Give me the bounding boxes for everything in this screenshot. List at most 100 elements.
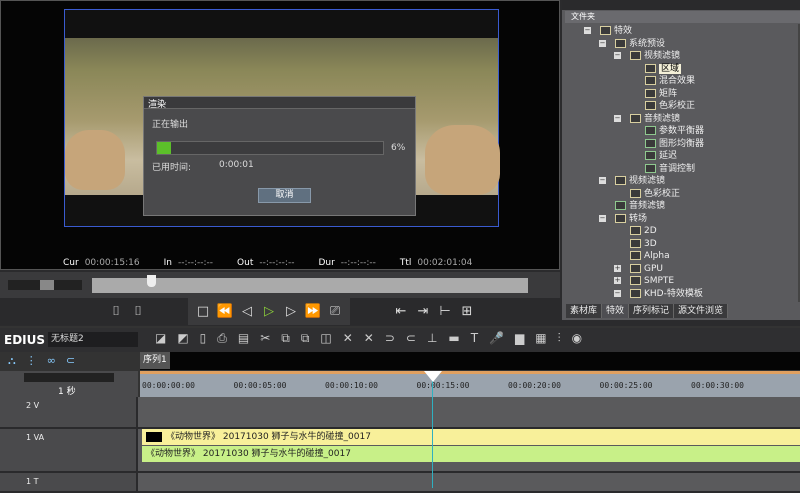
position-handle[interactable] bbox=[147, 275, 156, 287]
expand-icon[interactable]: − bbox=[614, 52, 621, 59]
transition-icon bbox=[630, 226, 641, 235]
cur-label: Cur bbox=[63, 258, 79, 268]
folder-icon bbox=[630, 113, 641, 123]
ruler-tick-label: 00:00:20:00 bbox=[508, 381, 561, 390]
tree-item[interactable]: 区域 bbox=[645, 63, 682, 75]
track-name: 1 T bbox=[26, 477, 39, 486]
insert-icon[interactable]: ⊢ bbox=[434, 298, 456, 325]
audio-clip[interactable]: 《动物世界》 20171030 狮子与水牛的碰撞_0017 bbox=[142, 446, 800, 462]
tab-sequence-1[interactable]: 序列1 bbox=[140, 352, 170, 369]
folder-icon bbox=[600, 26, 611, 35]
tree-item[interactable]: − 特效 bbox=[584, 25, 632, 37]
step-back-icon[interactable]: ◁ bbox=[236, 298, 258, 325]
ruler-tick-label: 00:00:15:00 bbox=[416, 381, 470, 390]
transition-icon bbox=[630, 263, 641, 273]
playhead-marker[interactable] bbox=[424, 371, 442, 382]
timescale[interactable]: 1 秒 bbox=[58, 384, 76, 397]
track-name: 1 VA bbox=[26, 433, 45, 442]
zoom-slider[interactable] bbox=[24, 373, 114, 382]
video-filter-icon bbox=[630, 188, 641, 198]
tab-1[interactable]: 特效 bbox=[602, 304, 630, 318]
in-timecode: --:--:--:-- bbox=[177, 258, 214, 268]
expand-icon[interactable]: + bbox=[614, 277, 621, 284]
render-dialog: 渲染 正在输出 6% 已用时间: 0:00:01 取消 bbox=[143, 96, 416, 216]
expand-icon[interactable]: + bbox=[614, 264, 621, 272]
tree-item[interactable]: − 转场 bbox=[599, 213, 647, 225]
edit-tools[interactable]: ◪◩▯⎙▤✂⧉⧉◫✕✕⊃⊂⊥▬T🎤▆▦⫶◉ bbox=[155, 331, 593, 346]
tab-0[interactable]: 素材库 bbox=[566, 304, 603, 318]
panel-tabs: 素材库 特效 序列标记 源文件浏览 bbox=[566, 304, 729, 318]
ruler-tick-label: 00:00:30:00 bbox=[691, 381, 744, 390]
render-status: 正在输出 bbox=[152, 120, 189, 130]
track-name: 2 V bbox=[26, 401, 40, 410]
tree-item[interactable]: 3D bbox=[630, 238, 657, 250]
tree-item[interactable]: − KHD-特效模板 bbox=[614, 288, 703, 300]
step-forward-icon[interactable]: ▷ bbox=[280, 298, 302, 325]
folder-panel: 文件夹 − 特效 − 系统预设 − 视频滤镜 区域 混合效果 矩阵 色彩校正 − 音频滤镜 参数平衡器图… bbox=[562, 0, 800, 320]
transition-icon bbox=[630, 251, 641, 260]
time-ruler[interactable]: 00:00:00:00 00:00:05:00 00:00:10:00 00:00:1… bbox=[140, 371, 800, 397]
tab-2[interactable]: 序列标记 bbox=[629, 304, 675, 318]
tree-item[interactable]: + GPU bbox=[614, 263, 663, 275]
expand-icon[interactable]: − bbox=[599, 214, 606, 222]
cancel-button[interactable]: 取消 bbox=[258, 188, 311, 203]
next-edit-icon[interactable]: ⇥ bbox=[412, 298, 434, 325]
expand-icon[interactable]: − bbox=[614, 289, 621, 297]
set-in-icon[interactable]: ⌷ bbox=[105, 298, 127, 325]
tree-item[interactable]: 参数平衡器 bbox=[645, 125, 704, 137]
video-filter-icon bbox=[645, 101, 656, 110]
folder-header: 文件夹 bbox=[565, 11, 800, 23]
tree-item[interactable]: 音频滤镜 bbox=[615, 200, 665, 212]
panel-toolbar bbox=[562, 0, 800, 10]
scrub-area bbox=[0, 272, 560, 298]
expand-icon[interactable]: − bbox=[584, 27, 591, 34]
tree-item[interactable]: 延迟 bbox=[645, 150, 677, 162]
expand-icon[interactable]: − bbox=[614, 114, 621, 122]
expand-icon[interactable]: − bbox=[599, 39, 606, 47]
playhead[interactable] bbox=[432, 371, 433, 488]
set-out-icon[interactable]: ⌷ bbox=[127, 298, 149, 325]
overwrite-icon[interactable]: ⊞ bbox=[456, 298, 478, 325]
folder-icon bbox=[630, 288, 641, 298]
tree-item[interactable]: 色彩校正 bbox=[645, 100, 695, 112]
position-slider[interactable] bbox=[92, 278, 528, 293]
fast-forward-icon[interactable]: ⏩ bbox=[302, 298, 324, 325]
ruler-tick-label: 00:00:05:00 bbox=[233, 381, 287, 390]
expand-icon[interactable]: − bbox=[599, 177, 606, 184]
tree-item[interactable]: + SMPTE bbox=[614, 275, 674, 287]
dur-label: Dur bbox=[318, 258, 335, 268]
play-icon[interactable]: ▷ bbox=[258, 298, 280, 325]
transport-controls: ⌷ ⌷ □ ⏪ ◁ ▷ ▷ ⏩ ⎚ ⇤ ⇥ ⊢ ⊞ bbox=[0, 298, 560, 325]
out-label: Out bbox=[237, 258, 254, 268]
tab-3[interactable]: 源文件浏览 bbox=[674, 304, 729, 318]
prev-edit-icon[interactable]: ⇤ bbox=[390, 298, 412, 325]
tree-item[interactable]: − 视频滤镜 bbox=[614, 50, 680, 62]
tree-item[interactable]: Alpha bbox=[630, 250, 670, 262]
folder-icon bbox=[615, 213, 626, 223]
rewind-icon[interactable]: ⏪ bbox=[214, 298, 236, 325]
transition-icon bbox=[630, 276, 641, 285]
tree-item[interactable]: − 视频滤镜 bbox=[599, 175, 665, 187]
track-2v: 2 V bbox=[0, 397, 800, 429]
folder-icon bbox=[615, 176, 626, 185]
stop-icon[interactable]: □ bbox=[192, 298, 214, 325]
shuttle-slider[interactable] bbox=[8, 280, 82, 290]
timecode-bar: Cur 00:00:15:16 In --:--:--:-- Out --:--:--… bbox=[63, 258, 490, 268]
track-1t: 1 T bbox=[0, 473, 800, 493]
track-tools[interactable]: ⛬⋮∞⊂ bbox=[8, 354, 85, 368]
folder-icon bbox=[615, 38, 626, 48]
tree-item[interactable]: − 音频滤镜 bbox=[614, 113, 680, 125]
tree-item[interactable]: 混合效果 bbox=[645, 75, 695, 87]
scale-control: 1 秒 bbox=[0, 371, 138, 397]
tree-item[interactable]: 音调控制 bbox=[645, 163, 695, 175]
tree-item[interactable]: 色彩校正 bbox=[630, 188, 680, 200]
video-filter-icon bbox=[645, 76, 656, 85]
tree-item[interactable]: − 系统预设 bbox=[599, 38, 665, 50]
tree-item[interactable]: 图形均衡器 bbox=[645, 138, 704, 150]
transition-icon bbox=[630, 238, 641, 248]
tree-item[interactable]: 2D bbox=[630, 225, 657, 237]
video-clip[interactable]: 《动物世界》 20171030 狮子与水牛的碰撞_0017 bbox=[142, 429, 800, 445]
cur-timecode: 00:00:15:16 bbox=[84, 258, 140, 268]
loop-icon[interactable]: ⎚ bbox=[324, 298, 346, 325]
tree-item[interactable]: 矩阵 bbox=[645, 88, 677, 100]
